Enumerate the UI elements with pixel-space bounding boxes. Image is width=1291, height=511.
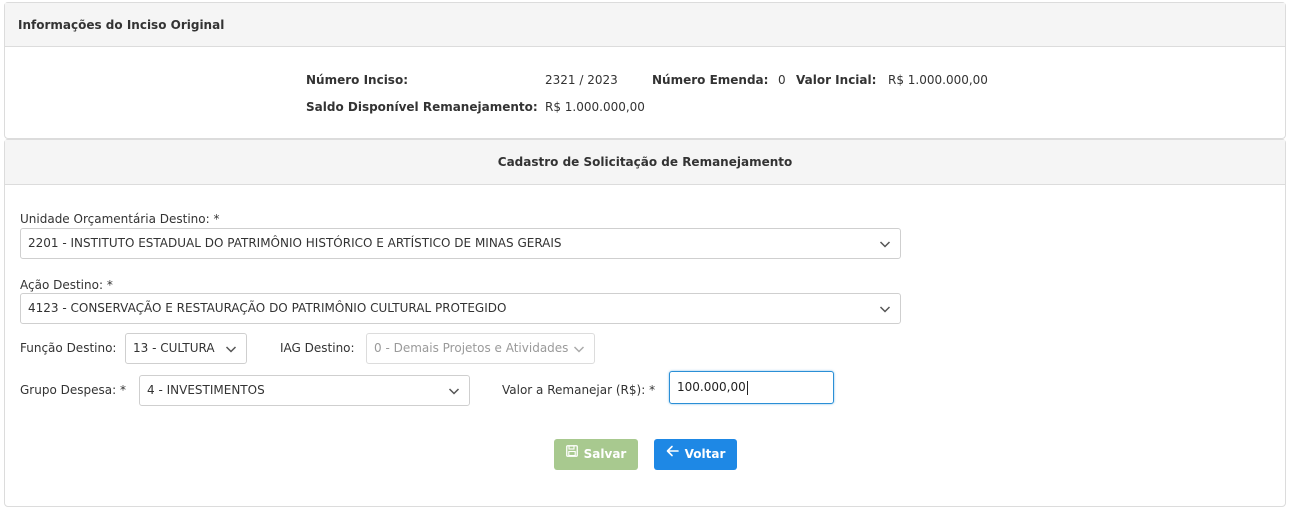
back-button[interactable]: Voltar (654, 439, 737, 470)
valor-inicial-label: Valor Incial: (796, 73, 877, 87)
iag-label: IAG Destino: (280, 341, 355, 355)
form-panel: Cadastro de Solicitação de Remanejamento… (4, 139, 1286, 507)
funcao-select[interactable]: 13 - CULTURA (125, 333, 247, 364)
numero-emenda-value: 0 (778, 73, 786, 87)
acao-select-value: 4123 - CONSERVAÇÃO E RESTAURAÇÃO DO PATR… (28, 301, 507, 315)
save-button[interactable]: Salvar (554, 439, 638, 470)
floppy-disk-icon (565, 438, 578, 469)
numero-emenda-label: Número Emenda: (652, 73, 769, 87)
grupo-label: Grupo Despesa: * (20, 383, 126, 397)
unidade-select-value: 2201 - INSTITUTO ESTADUAL DO PATRIMÔNIO … (28, 236, 562, 250)
iag-select-value: 0 - Demais Projetos e Atividades (374, 341, 569, 355)
save-button-label: Salvar (583, 447, 627, 461)
grupo-select-value: 4 - INVESTIMENTOS (147, 383, 265, 397)
funcao-label: Função Destino: (20, 341, 117, 355)
chevron-down-icon (879, 238, 891, 250)
valor-inicial-value: R$ 1.000.000,00 (888, 73, 988, 87)
back-button-label: Voltar (684, 447, 726, 461)
info-panel-title: Informações do Inciso Original (5, 3, 1285, 47)
valor-input-value: 100.000,00 (677, 380, 746, 394)
arrow-left-icon (666, 438, 679, 469)
unidade-select[interactable]: 2201 - INSTITUTO ESTADUAL DO PATRIMÔNIO … (20, 228, 901, 259)
form-panel-title: Cadastro de Solicitação de Remanejamento (5, 140, 1285, 185)
saldo-value: R$ 1.000.000,00 (545, 100, 645, 114)
unidade-label: Unidade Orçamentária Destino: * (20, 212, 220, 226)
acao-label: Ação Destino: * (20, 278, 113, 292)
numero-inciso-value: 2321 / 2023 (545, 73, 618, 87)
chevron-down-icon (879, 303, 891, 315)
valor-label: Valor a Remanejar (R$): * (502, 383, 656, 397)
iag-select: 0 - Demais Projetos e Atividades (366, 333, 595, 364)
info-panel: Informações do Inciso Original Número In… (4, 2, 1286, 139)
text-caret (746, 380, 748, 395)
grupo-select[interactable]: 4 - INVESTIMENTOS (139, 375, 470, 406)
saldo-label: Saldo Disponível Remanejamento: (306, 100, 538, 114)
acao-select[interactable]: 4123 - CONSERVAÇÃO E RESTAURAÇÃO DO PATR… (20, 293, 901, 324)
chevron-down-icon (448, 385, 460, 397)
numero-inciso-label: Número Inciso: (306, 73, 408, 87)
chevron-down-icon (225, 343, 237, 355)
funcao-select-value: 13 - CULTURA (133, 341, 215, 355)
chevron-down-icon (573, 343, 585, 355)
valor-input[interactable]: 100.000,00 (669, 371, 834, 404)
